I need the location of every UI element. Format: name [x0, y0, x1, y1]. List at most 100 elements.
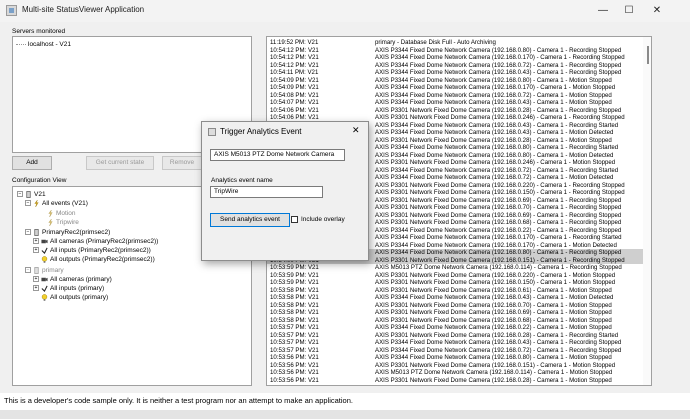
- input-icon: [41, 247, 48, 254]
- log-message: AXIS P3344 Fixed Dome Network Camera (19…: [375, 294, 614, 301]
- log-row[interactable]: 10:54:12 PM: V21 AXIS P3344 Fixed Dome Ne…: [267, 54, 651, 62]
- log-message: AXIS P3344 Fixed Dome Network Camera (19…: [375, 69, 622, 76]
- log-row[interactable]: 10:53:56 PM: V21 AXIS P3344 Fixed Dome Ne…: [267, 354, 651, 362]
- tree-node-all-outputs-primaryrec2[interactable]: All outputs (PrimaryRec2(primsec2)): [41, 255, 155, 264]
- event-name-input[interactable]: TripWire: [210, 186, 323, 198]
- log-row[interactable]: 10:54:06 PM: V21 AXIS P3301 Network Fixed…: [267, 107, 651, 115]
- log-message: AXIS P3344 Fixed Dome Network Camera (19…: [375, 226, 622, 234]
- log-row[interactable]: 10:53:57 PM: V21 AXIS P3344 Fixed Dome Ne…: [267, 324, 651, 332]
- tree-node-all-inputs-primaryrec2[interactable]: + All inputs (PrimaryRec2(primsec2)): [33, 246, 151, 255]
- tree-node-all-outputs-primary[interactable]: All outputs (primary): [41, 293, 108, 302]
- log-time: 10:53:56 PM: V21: [270, 354, 319, 361]
- log-time: 10:54:12 PM: V21: [270, 46, 319, 54]
- maximize-button[interactable]: ☐: [617, 2, 641, 19]
- log-message: AXIS P3301 Network Fixed Dome Camera (19…: [375, 279, 616, 286]
- log-time: 10:54:08 PM: V21: [270, 91, 319, 99]
- log-row[interactable]: 10:53:56 PM: V21 AXIS P3301 Network Fixed…: [267, 362, 651, 370]
- log-row[interactable]: 10:53:57 PM: V21 AXIS P3344 Fixed Dome Ne…: [267, 347, 651, 355]
- log-time: 10:53:57 PM: V21: [270, 346, 319, 354]
- window-title: Multi-site StatusViewer Application: [22, 5, 145, 14]
- log-message: AXIS P3301 Network Fixed Dome Camera (19…: [375, 159, 616, 166]
- log-message: AXIS P3344 Fixed Dome Network Camera (19…: [375, 166, 619, 174]
- log-row[interactable]: 10:54:09 PM: V21 AXIS P3344 Fixed Dome Ne…: [267, 84, 651, 92]
- tree-node-motion[interactable]: Motion: [47, 209, 76, 218]
- log-message: AXIS P3301 Network Fixed Dome Camera (19…: [375, 106, 622, 114]
- log-time: 10:53:58 PM: V21: [270, 301, 319, 309]
- add-button[interactable]: Add: [12, 156, 52, 170]
- send-analytics-event-button[interactable]: Send analytics event: [210, 213, 290, 227]
- tree-node-all-cameras-primaryrec2[interactable]: + All cameras (PrimaryRec2(primsec2)): [33, 237, 158, 246]
- log-message: AXIS P3344 Fixed Dome Network Camera (19…: [375, 76, 612, 84]
- log-time: 10:53:58 PM: V21: [270, 309, 319, 316]
- servers-label: Servers monitored: [12, 28, 66, 35]
- tree-node-tripwire[interactable]: Tripwire: [47, 218, 79, 227]
- log-row[interactable]: 10:53:58 PM: V21 AXIS P3301 Network Fixed…: [267, 309, 651, 317]
- remove-button[interactable]: Remove: [162, 156, 202, 170]
- developer-notice: This is a developer's code sample only. …: [4, 396, 353, 405]
- tree-node-primary[interactable]: − primary: [25, 266, 64, 275]
- log-row[interactable]: 10:53:57 PM: V21 AXIS P3344 Fixed Dome Ne…: [267, 339, 651, 347]
- log-time: 10:54:12 PM: V21: [270, 54, 319, 61]
- event-icon: [48, 209, 53, 217]
- log-message: AXIS P3344 Fixed Dome Network Camera (19…: [375, 144, 619, 151]
- log-time: 10:53:57 PM: V21: [270, 339, 319, 346]
- log-row[interactable]: 10:54:08 PM: V21 AXIS P3344 Fixed Dome Ne…: [267, 92, 651, 100]
- log-message: AXIS P3301 Network Fixed Dome Camera (19…: [375, 376, 612, 384]
- dialog-app-icon: [208, 128, 216, 136]
- log-scrollbar[interactable]: [643, 37, 651, 385]
- log-row[interactable]: 10:53:59 PM: V21 AXIS M5013 PTZ Dome Netw…: [267, 264, 651, 272]
- log-row[interactable]: 10:53:56 PM: V21 AXIS M5013 PTZ Dome Netw…: [267, 369, 651, 377]
- log-row[interactable]: 10:54:11 PM: V21 AXIS P3344 Fixed Dome Ne…: [267, 69, 651, 77]
- log-time: 10:53:58 PM: V21: [270, 286, 319, 294]
- log-message: AXIS P3344 Fixed Dome Network Camera (19…: [375, 61, 622, 69]
- include-overlay-checkbox[interactable]: [291, 216, 298, 223]
- log-row[interactable]: 10:54:12 PM: V21 AXIS P3344 Fixed Dome Ne…: [267, 62, 651, 70]
- log-scrollbar-thumb[interactable]: [647, 46, 649, 64]
- log-row[interactable]: 10:53:57 PM: V21 AXIS P3301 Network Fixed…: [267, 332, 651, 340]
- dialog-close-icon[interactable]: ✕: [352, 125, 360, 136]
- log-row[interactable]: 10:53:58 PM: V21 AXIS P3301 Network Fixed…: [267, 317, 651, 325]
- log-message: AXIS P3344 Fixed Dome Network Camera (19…: [375, 129, 614, 136]
- log-row[interactable]: 10:53:56 PM: V21 AXIS P3301 Network Fixed…: [267, 377, 651, 385]
- log-message: AXIS P3301 Network Fixed Dome Camera (19…: [375, 219, 622, 226]
- log-message: AXIS P3301 Network Fixed Dome Camera (19…: [375, 301, 612, 309]
- background-window-strip: [0, 410, 690, 419]
- log-time: 10:53:59 PM: V21: [270, 271, 319, 279]
- log-row[interactable]: 10:53:58 PM: V21 AXIS P3301 Network Fixed…: [267, 287, 651, 295]
- tree-node-all-inputs-primary[interactable]: + All inputs (primary): [33, 284, 104, 293]
- log-row[interactable]: 10:53:59 PM: V21 AXIS P3301 Network Fixed…: [267, 272, 651, 280]
- log-message: AXIS P3344 Fixed Dome Network Camera (19…: [375, 91, 612, 99]
- log-time: 10:54:09 PM: V21: [270, 76, 319, 84]
- log-time: 10:53:56 PM: V21: [270, 369, 319, 376]
- log-message: AXIS P3344 Fixed Dome Network Camera (19…: [375, 346, 622, 354]
- tree-node-primaryrec2[interactable]: − PrimaryRec2(primsec2): [25, 228, 110, 237]
- tree-node-all-events[interactable]: − All events (V21): [25, 199, 88, 208]
- camera-field[interactable]: AXIS M5013 PTZ Dome Network Camera: [210, 149, 345, 161]
- get-current-state-button[interactable]: Get current state: [86, 156, 154, 170]
- close-button[interactable]: ✕: [645, 2, 669, 19]
- log-row[interactable]: 10:54:12 PM: V21 AXIS P3344 Fixed Dome Ne…: [267, 47, 651, 55]
- log-row[interactable]: 10:53:59 PM: V21 AXIS P3301 Network Fixed…: [267, 279, 651, 287]
- minimize-button[interactable]: —: [591, 2, 615, 19]
- log-message: AXIS P3301 Network Fixed Dome Camera (19…: [375, 204, 622, 211]
- log-message: primary - Database Disk Full - Auto Arch…: [375, 39, 496, 46]
- log-message: AXIS P3344 Fixed Dome Network Camera (19…: [375, 99, 612, 106]
- log-time: 10:54:07 PM: V21: [270, 99, 319, 106]
- tree-node-v21[interactable]: − V21: [17, 190, 46, 199]
- log-message: AXIS P3301 Network Fixed Dome Camera (19…: [375, 114, 625, 121]
- tree-node-all-cameras-primary[interactable]: + All cameras (primary): [33, 275, 112, 284]
- camera-icon: [41, 277, 48, 282]
- log-row[interactable]: 10:53:58 PM: V21 AXIS P3301 Network Fixed…: [267, 302, 651, 310]
- log-time: 10:54:06 PM: V21: [270, 106, 319, 114]
- log-message: AXIS P3344 Fixed Dome Network Camera (19…: [375, 339, 622, 346]
- log-row[interactable]: 10:54:09 PM: V21 AXIS P3344 Fixed Dome Ne…: [267, 77, 651, 85]
- server-item[interactable]: localhost - V21: [16, 40, 71, 49]
- log-row[interactable]: 11:19:52 PM: V21 primary - Database Disk …: [267, 39, 651, 47]
- log-message: AXIS P3301 Network Fixed Dome Camera (19…: [375, 211, 622, 219]
- log-message: AXIS P3344 Fixed Dome Network Camera (19…: [375, 84, 616, 91]
- log-row[interactable]: 10:53:58 PM: V21 AXIS P3344 Fixed Dome Ne…: [267, 294, 651, 302]
- events-icon: [34, 199, 39, 207]
- log-row[interactable]: 10:54:07 PM: V21 AXIS P3344 Fixed Dome Ne…: [267, 99, 651, 107]
- log-message: AXIS P3301 Network Fixed Dome Camera (19…: [375, 136, 612, 144]
- log-message: AXIS P3344 Fixed Dome Network Camera (19…: [375, 354, 612, 361]
